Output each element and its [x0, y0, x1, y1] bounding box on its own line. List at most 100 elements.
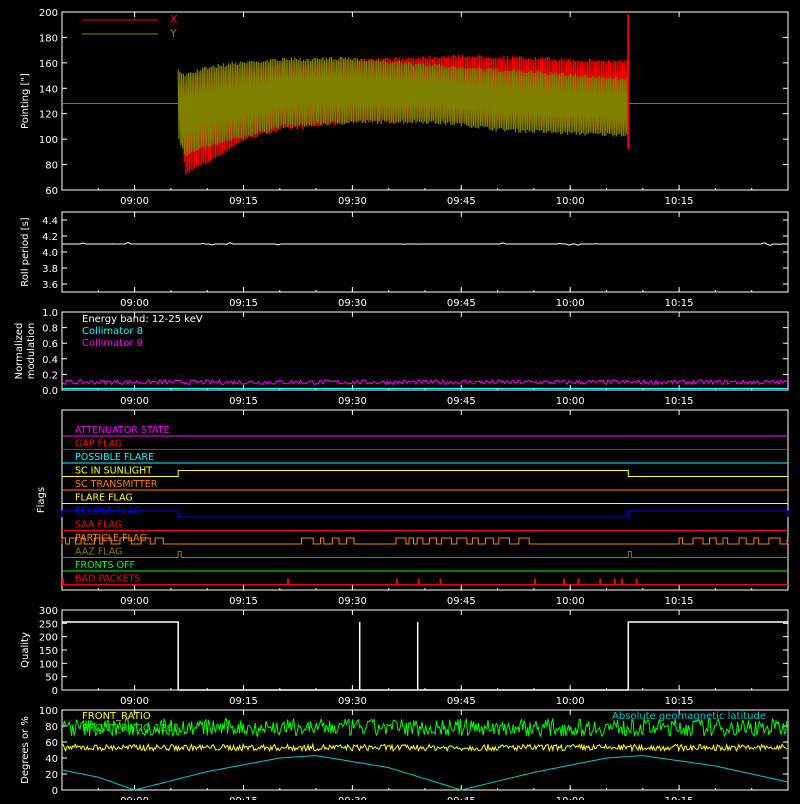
- x-tick-label: 10:00: [556, 696, 585, 707]
- x-tick-label: 09:00: [120, 696, 149, 707]
- x-tick-label: 10:15: [665, 596, 694, 607]
- y-tick-label: 100: [39, 135, 58, 146]
- flag-label: AAZ FLAG: [75, 547, 122, 558]
- y-tick-label: 3.8: [42, 264, 58, 275]
- x-tick-label: 09:15: [229, 796, 258, 800]
- flag-label: BAD PACKETS: [75, 574, 141, 585]
- x-tick-label: 09:15: [229, 196, 258, 207]
- flag-label: FRONTS OFF: [75, 560, 135, 571]
- x-tick-label: 09:45: [447, 796, 476, 800]
- flag-line: [62, 551, 788, 558]
- observing-summary-figure: 09:00 09:15 09:30 09:45 10:00 10:15 60 80 100 120…: [0, 0, 800, 804]
- flag-label: SC IN SUNLIGHT: [75, 466, 152, 477]
- y-tick-label: 0.8: [42, 324, 58, 335]
- x-tick-label: 09:45: [447, 196, 476, 207]
- x-tick-label: 10:00: [556, 298, 585, 309]
- y-tick-label: 100: [39, 659, 58, 670]
- y-tick-label: 300: [39, 606, 58, 617]
- y-tick-label: 140: [39, 84, 58, 95]
- flag-label: ECLIPSE FLAG: [75, 506, 141, 517]
- x-tick-label: 10:15: [665, 396, 694, 407]
- y-tick-label: 60: [45, 738, 58, 749]
- legend-front-ratio: FRONT_RATIO: [82, 711, 151, 722]
- x-tick-label: 09:00: [120, 196, 149, 207]
- x-tick-label: 10:15: [665, 696, 694, 707]
- y-tick-label: 50: [45, 673, 58, 684]
- y-tick-label: 0.0: [42, 386, 58, 397]
- x-tick-label: 10:00: [556, 596, 585, 607]
- y-tick-label: 180: [39, 33, 58, 44]
- flag-label: SAA FLAG: [75, 520, 122, 531]
- x-tick-label: 09:45: [447, 696, 476, 707]
- flag-label: SC TRANSMITTER: [75, 479, 158, 490]
- panel-frame-4: [61, 409, 789, 591]
- flag-label: POSSIBLE FLARE: [75, 452, 154, 463]
- flag-line: [61, 537, 789, 545]
- legend-y-label: Y: [169, 27, 177, 40]
- x-tick-label: 09:15: [229, 298, 258, 309]
- x-tick-label: 09:30: [338, 196, 367, 207]
- y-tick-label: 120: [39, 110, 58, 121]
- geomagnetic-latitude-series: [61, 755, 789, 791]
- collimator9-series: [61, 378, 789, 386]
- y-tick-label: 4.4: [42, 216, 58, 227]
- legend-collimator9: Collimator 9: [82, 338, 143, 349]
- flag-label: PARTICLE FLAG: [75, 533, 147, 544]
- x-tick-label: 09:30: [338, 696, 367, 707]
- y-tick-label: 200: [39, 633, 58, 644]
- modulation-ylabel: Normalized: [14, 323, 25, 380]
- y-tick-label: 80: [45, 722, 58, 733]
- flag-line: [61, 510, 789, 518]
- x-tick-label: 09:15: [229, 396, 258, 407]
- y-tick-label: 20: [45, 770, 58, 781]
- y-tick-label: 0.2: [42, 370, 58, 381]
- pointing-ylabel: Pointing ["]: [20, 73, 31, 129]
- x-tick-label: 10:15: [665, 796, 694, 800]
- x-tick-label: 09:15: [229, 696, 258, 707]
- quality-ylabel: Quality: [20, 632, 31, 668]
- figure-canvas: 09:00 09:15 09:30 09:45 10:00 10:15 60 80 100 120…: [14, 8, 789, 804]
- legend-collimator8: Collimator 8: [82, 326, 143, 337]
- flag-label: ATTENUATOR STATE: [75, 425, 170, 436]
- y-tick-label: 60: [45, 186, 58, 197]
- legend-front-ratio-1265: FRONT_RATIO 1265: [82, 723, 179, 734]
- x-tick-label: 09:30: [338, 298, 367, 309]
- x-tick-label: 09:30: [338, 596, 367, 607]
- x-tick-label: 10:00: [556, 396, 585, 407]
- flag-label: GAP FLAG: [75, 439, 122, 450]
- x-tick-label: 09:45: [447, 596, 476, 607]
- y-tick-label: 250: [39, 619, 58, 630]
- legend-x-label: X: [170, 13, 178, 26]
- y-tick-label: 0.4: [42, 355, 58, 366]
- front-ratio-series: [61, 742, 788, 753]
- y-tick-label: 4.0: [42, 248, 58, 259]
- x-tick-label: 10:15: [665, 196, 694, 207]
- y-tick-label: 160: [39, 59, 58, 70]
- x-tick-label: 09:30: [338, 796, 367, 800]
- quality-series: [62, 621, 788, 691]
- y-tick-label: 0: [52, 786, 58, 797]
- y-tick-label: 1.0: [42, 308, 58, 319]
- flag-line: [62, 470, 788, 477]
- modulation-ylabel: modulation: [26, 323, 37, 380]
- y-tick-label: 150: [39, 646, 58, 657]
- x-tick-label: 09:15: [229, 596, 258, 607]
- y-tick-label: 80: [45, 161, 58, 172]
- x-tick-label: 10:15: [665, 298, 694, 309]
- x-tick-label: 09:00: [120, 596, 149, 607]
- x-tick-label: 10:00: [556, 196, 585, 207]
- roll-period-series: [62, 241, 788, 247]
- flags-ylabel: Flags: [36, 487, 47, 513]
- y-tick-label: 100: [39, 706, 58, 717]
- x-tick-label: 09:45: [447, 396, 476, 407]
- y-tick-label: 4.2: [42, 232, 58, 243]
- y-tick-label: 40: [45, 754, 58, 765]
- y-tick-label: 0: [52, 686, 58, 697]
- y-tick-label: 3.6: [42, 280, 58, 291]
- roll-period-ylabel: Roll period [s]: [20, 217, 31, 286]
- x-tick-label: 10:00: [556, 796, 585, 800]
- degrees-ylabel: Degrees or %: [20, 716, 31, 784]
- x-tick-label: 09:00: [120, 796, 149, 800]
- x-tick-label: 09:00: [120, 298, 149, 309]
- flag-label: FLARE FLAG: [75, 493, 133, 504]
